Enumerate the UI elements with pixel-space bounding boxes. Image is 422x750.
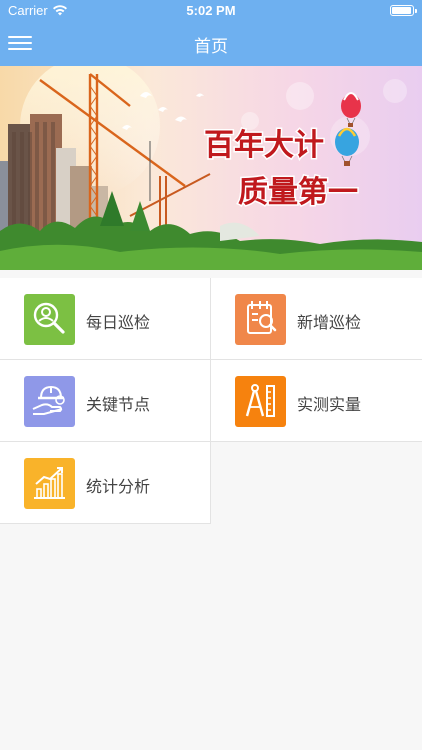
- menu-item-label: 实测实量: [297, 395, 362, 414]
- grid-divider-horizontal: [0, 359, 422, 360]
- grid-divider-horizontal: [0, 441, 422, 442]
- menu-item-statistics[interactable]: 统计分析: [0, 442, 211, 524]
- checklist-icon: [235, 294, 286, 345]
- menu-item-label: 关键节点: [86, 395, 151, 414]
- menu-item-label: 统计分析: [86, 477, 151, 496]
- grid-divider-vertical: [210, 278, 211, 524]
- banner-slogan-line2: 质量第一: [238, 175, 358, 210]
- status-bar: Carrier 5:02 PM: [0, 0, 422, 22]
- menu-item-label: 每日巡检: [86, 313, 151, 332]
- magnifier-person-icon: [24, 294, 75, 345]
- battery-fill: [392, 7, 411, 14]
- menu-item-daily-inspection[interactable]: 每日巡检: [0, 278, 211, 360]
- menu-item-actual-measurement[interactable]: 实测实量: [211, 360, 422, 442]
- menu-item-label: 新增巡检: [297, 313, 362, 332]
- nav-bar: 首页: [0, 22, 422, 66]
- helmet-hand-icon: [24, 376, 75, 427]
- menu-item-key-nodes[interactable]: 关键节点: [0, 360, 211, 442]
- clock: 5:02 PM: [186, 3, 236, 18]
- menu-item-new-inspection[interactable]: 新增巡检: [211, 278, 422, 360]
- banner-image: 百年大计 质量第一: [0, 66, 422, 270]
- bar-chart-icon: [24, 458, 75, 509]
- top-bar: Carrier 5:02 PM 首页: [0, 0, 422, 66]
- grid-divider-horizontal: [0, 523, 211, 524]
- banner-slogan-line1: 百年大计: [204, 128, 324, 163]
- compass-ruler-icon: [235, 376, 286, 427]
- page-title: 首页: [194, 37, 228, 57]
- battery-icon: [390, 5, 417, 16]
